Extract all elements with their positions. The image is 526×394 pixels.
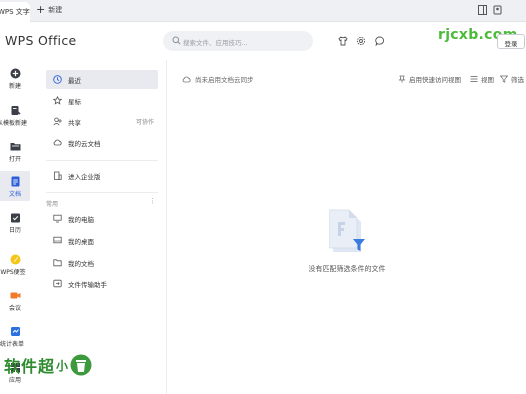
nav-stats-form[interactable]: 统计表单 [0, 326, 30, 348]
sidebar-item-label: 我的电脑 [68, 215, 94, 224]
enterprise-icon [54, 171, 62, 180]
sidebar-item-label: 我的文档 [68, 259, 94, 268]
sidebar-item-file-transfer[interactable]: 文件传输助手 [46, 274, 158, 293]
note-icon [10, 254, 20, 265]
sidebar-divider [46, 192, 158, 193]
nav-stats-form-label: 统计表单 [0, 341, 24, 348]
trash-can-logo-icon [70, 354, 92, 376]
main-content: 尚未启用文档云同步 启用快速访问视图 视图 筛选 没有匹配筛选条件的文件 [168, 60, 526, 394]
login-button[interactable]: 登录 [497, 34, 525, 49]
file-sidebar: 最近 星标 共享 可协作 我的云文档 进入企业版 常用 ⋮ 我的电脑 我的桌面 … [30, 60, 167, 394]
nav-meeting-label: 会议 [8, 305, 21, 312]
filter-icon [500, 75, 508, 83]
search-icon [172, 36, 181, 45]
nav-open-label: 打开 [8, 156, 21, 163]
sidebar-item-my-documents[interactable]: 我的文档 [46, 253, 158, 272]
sidebar-item-starred[interactable]: 星标 [46, 91, 158, 110]
new-tab-button[interactable]: + 新建 [36, 3, 63, 16]
folder-icon [10, 143, 20, 151]
nav-from-template[interactable]: 从模板新建 [0, 105, 30, 127]
sidebar-item-recent[interactable]: 最近 [46, 70, 158, 89]
cloud-sync-icon [182, 76, 191, 82]
gear-icon[interactable] [356, 36, 366, 46]
meeting-icon [10, 292, 20, 299]
sidebar-item-my-computer[interactable]: 我的电脑 [46, 209, 158, 228]
filter-label: 筛选 [511, 76, 524, 84]
sidebar-item-label: 我的桌面 [68, 237, 94, 246]
search-placeholder: 搜索文件、应用技巧... [183, 39, 248, 47]
left-nav: 新建 从模板新建 打开 文档 日历 [0, 60, 30, 394]
view-toggle[interactable]: 视图 [470, 74, 494, 84]
bottom-watermark: 软件超 小 [4, 352, 92, 378]
sidebar-item-label: 共享 [68, 118, 81, 127]
sidebar-item-shared[interactable]: 共享 可协作 [46, 112, 158, 131]
empty-file-filter-illustration [329, 209, 365, 252]
nav-wps-note[interactable]: WPS便签 [0, 254, 30, 276]
skin-icon[interactable] [493, 5, 502, 15]
sidebar-item-label: 最近 [68, 76, 81, 85]
nav-documents[interactable]: 文档 [0, 171, 30, 201]
document-icon [11, 176, 19, 187]
view-list-icon [470, 76, 478, 82]
transfer-icon [53, 279, 62, 288]
window-layout-icon[interactable] [478, 5, 487, 15]
clock-icon [53, 75, 62, 84]
cloud-sync-notice[interactable]: 尚未启用文档云同步 [182, 74, 254, 84]
nav-calendar-label: 日历 [8, 227, 21, 234]
plus-circle-icon [10, 68, 20, 79]
new-tab-label: 新建 [48, 6, 63, 14]
sidebar-item-label: 文件传输助手 [68, 280, 107, 289]
cloud-sync-text: 尚未启用文档云同步 [195, 76, 254, 84]
sidebar-item-label: 我的云文档 [68, 139, 101, 148]
nav-meeting[interactable]: 会议 [0, 290, 30, 312]
search-input[interactable]: 搜索文件、应用技巧... [163, 31, 313, 51]
collaborative-tag: 可协作 [135, 119, 154, 126]
computer-icon [53, 214, 62, 223]
empty-state-text: 没有匹配筛选条件的文件 [308, 265, 386, 273]
tab-wps-writer[interactable]: WPS 文字 [0, 2, 30, 22]
nav-calendar[interactable]: 日历 [0, 212, 30, 234]
tab-label: WPS 文字 [0, 8, 30, 16]
tab-bar: WPS 文字 + 新建 [0, 0, 526, 22]
nav-new-label: 新建 [8, 83, 21, 90]
plus-icon: + [36, 3, 46, 16]
nav-open[interactable]: 打开 [0, 141, 30, 163]
view-label: 视图 [481, 76, 494, 84]
shirt-icon[interactable] [338, 36, 348, 46]
desktop-icon [53, 236, 62, 244]
section-label-common: 常用 [46, 201, 59, 208]
sidebar-item-cloud-docs[interactable]: 我的云文档 [46, 133, 158, 152]
nav-from-template-label: 从模板新建 [0, 120, 27, 127]
cloud-icon [53, 139, 62, 146]
app-logo: WPS Office [5, 33, 77, 48]
quick-access-toggle[interactable]: 启用快速访问视图 [398, 74, 461, 84]
sidebar-item-label: 星标 [68, 97, 81, 106]
pin-icon [398, 75, 406, 83]
more-icon[interactable]: ⋮ [149, 197, 156, 205]
sidebar-item-enterprise[interactable]: 进入企业版 [46, 166, 158, 185]
quick-access-label: 启用快速访问视图 [409, 76, 461, 84]
star-icon [53, 96, 62, 105]
form-icon [10, 327, 20, 336]
sidebar-item-my-desktop[interactable]: 我的桌面 [46, 231, 158, 250]
filter-button[interactable]: 筛选 [500, 74, 524, 84]
message-icon[interactable] [375, 36, 385, 46]
share-icon [53, 117, 62, 126]
nav-new[interactable]: 新建 [0, 68, 30, 90]
nav-wps-note-label: WPS便签 [0, 269, 26, 276]
sidebar-divider [46, 160, 158, 161]
folder-doc-icon [53, 259, 62, 267]
template-icon [11, 106, 20, 115]
header: WPS Office 搜索文件、应用技巧... rjcxb.com 登录 [0, 22, 526, 60]
nav-documents-label: 文档 [8, 191, 21, 198]
calendar-icon [10, 213, 20, 223]
watermark-text: 软件超 [4, 357, 56, 376]
sidebar-item-label: 进入企业版 [68, 172, 101, 181]
watermark-small-text: 小 [56, 358, 69, 373]
